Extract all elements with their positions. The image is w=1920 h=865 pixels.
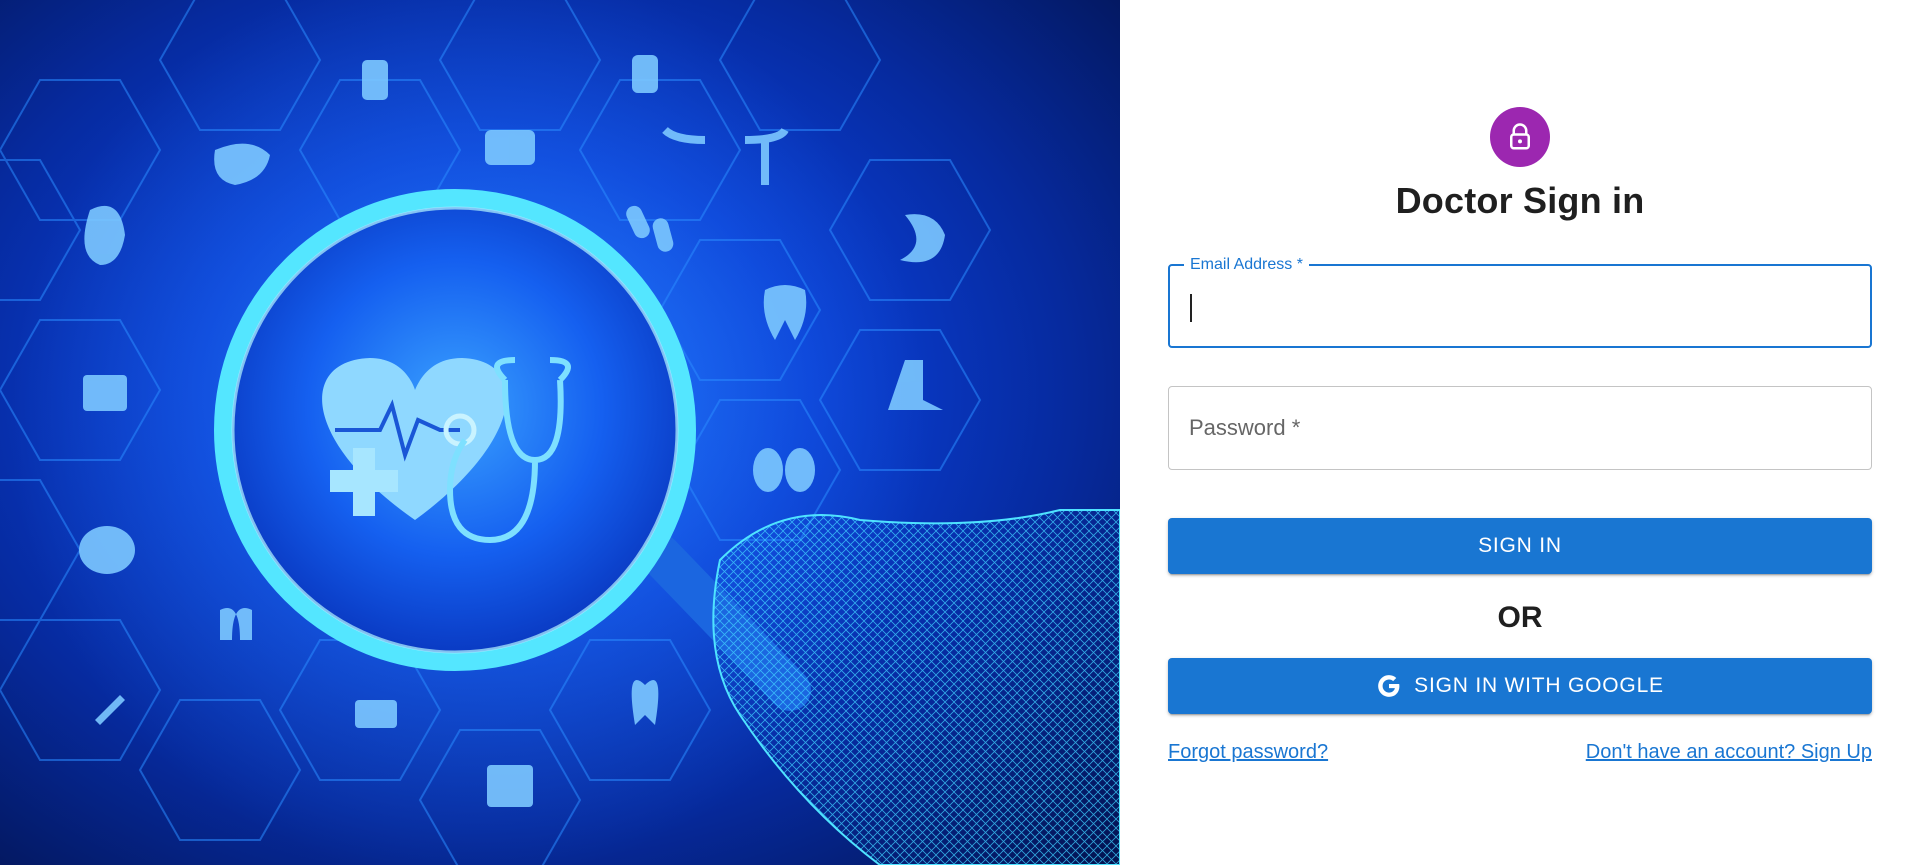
pill-pack-icon bbox=[485, 130, 535, 165]
brain-icon bbox=[79, 526, 135, 574]
pill-bottle-icon bbox=[362, 60, 388, 100]
password-field[interactable]: Password * bbox=[1168, 386, 1872, 470]
lock-icon bbox=[1510, 123, 1530, 150]
email-field[interactable]: Email Address * bbox=[1168, 256, 1872, 348]
signin-button-label: SIGN IN bbox=[1478, 534, 1562, 557]
hero-image bbox=[0, 0, 1120, 865]
signin-panel: Doctor Sign in Email Address * Password … bbox=[1120, 0, 1920, 865]
google-g-icon bbox=[1378, 675, 1400, 697]
stomach-icon bbox=[900, 214, 945, 263]
or-divider: OR bbox=[1497, 601, 1543, 634]
email-input[interactable] bbox=[1170, 266, 1870, 346]
signup-link[interactable]: Don't have an account? Sign Up bbox=[1586, 741, 1872, 764]
google-button-label: SIGN IN WITH GOOGLE bbox=[1414, 674, 1664, 697]
forgot-password-link[interactable]: Forgot password? bbox=[1168, 741, 1328, 764]
first-aid-kit-icon bbox=[83, 375, 127, 411]
signin-button[interactable]: SIGN IN bbox=[1168, 518, 1872, 574]
google-signin-button[interactable]: SIGN IN WITH GOOGLE bbox=[1168, 658, 1872, 714]
iv-bag-icon bbox=[632, 55, 658, 93]
wireframe-hand bbox=[712, 509, 1120, 865]
password-input[interactable] bbox=[1169, 387, 1871, 469]
page-title: Doctor Sign in bbox=[1395, 180, 1645, 221]
kidney-icon bbox=[753, 448, 783, 492]
avatar bbox=[1490, 107, 1550, 167]
medical-illustration bbox=[0, 0, 1120, 865]
basket-icon bbox=[355, 700, 397, 728]
calendar-icon bbox=[487, 765, 533, 807]
